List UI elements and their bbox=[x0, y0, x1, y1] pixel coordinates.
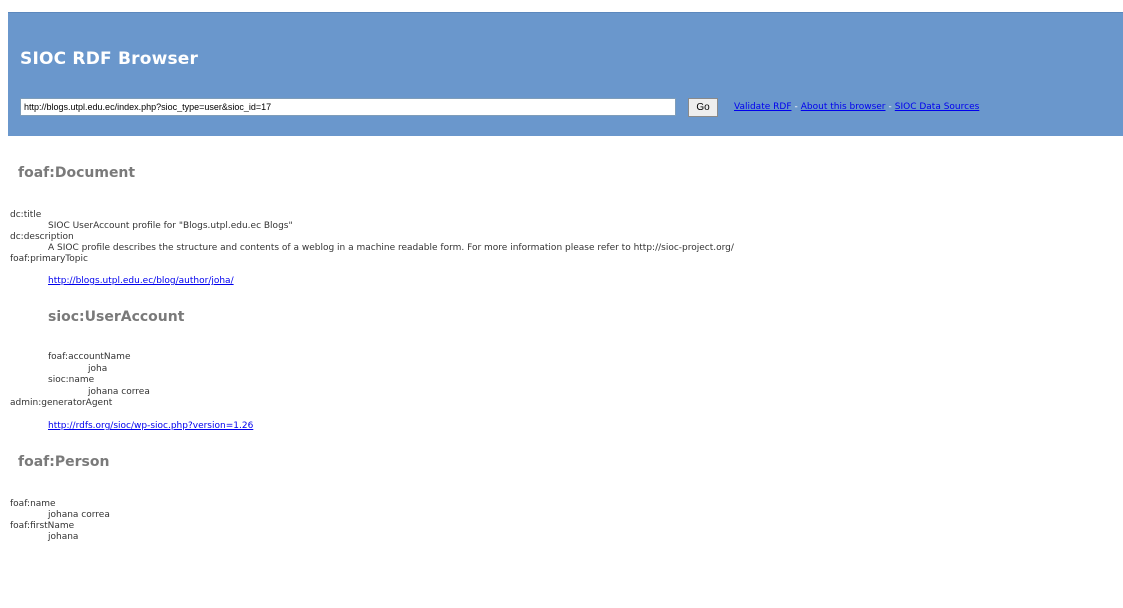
user-account-heading: sioc:UserAccount bbox=[48, 309, 185, 325]
go-button[interactable]: Go bbox=[688, 98, 718, 117]
link-separator: - bbox=[794, 102, 798, 112]
admin-generator-agent-property: admin:generatorAgent bbox=[10, 398, 113, 408]
url-input[interactable] bbox=[20, 98, 676, 116]
foaf-primary-topic-property: foaf:primaryTopic bbox=[10, 254, 88, 264]
foaf-name-property: foaf:name bbox=[10, 499, 56, 509]
foaf-account-name-value: joha bbox=[88, 364, 108, 374]
primary-topic-link[interactable]: http://blogs.utpl.edu.ec/blog/author/joh… bbox=[48, 276, 234, 286]
document-heading: foaf:Document bbox=[18, 165, 136, 181]
link-separator: - bbox=[888, 102, 892, 112]
dc-title-value: SIOC UserAccount profile for "Blogs.utpl… bbox=[48, 221, 293, 231]
foaf-first-name-value: johana bbox=[48, 532, 79, 542]
generator-agent-link[interactable]: http://rdfs.org/sioc/wp-sioc.php?version… bbox=[48, 421, 253, 431]
sioc-name-value: johana correa bbox=[88, 387, 150, 397]
foaf-name-value: johana correa bbox=[48, 510, 110, 520]
dc-title-property: dc:title bbox=[10, 210, 42, 220]
sioc-name-property: sioc:name bbox=[48, 375, 95, 385]
about-browser-link[interactable]: About this browser bbox=[801, 102, 886, 112]
sioc-data-sources-link[interactable]: SIOC Data Sources bbox=[895, 102, 980, 112]
person-heading: foaf:Person bbox=[18, 454, 110, 470]
foaf-first-name-property: foaf:firstName bbox=[10, 521, 75, 531]
dc-description-property: dc:description bbox=[10, 232, 74, 242]
foaf-account-name-property: foaf:accountName bbox=[48, 352, 131, 362]
validate-rdf-link[interactable]: Validate RDF bbox=[734, 102, 792, 112]
header-bar: SIOC RDF Browser Go Validate RDF-About t… bbox=[8, 12, 1123, 136]
dc-description-value: A SIOC profile describes the structure a… bbox=[48, 243, 734, 253]
header-nav-links: Validate RDF - About this browser - SIOC Dat… bbox=[734, 102, 979, 112]
app-title: SIOC RDF Browser bbox=[20, 49, 199, 69]
